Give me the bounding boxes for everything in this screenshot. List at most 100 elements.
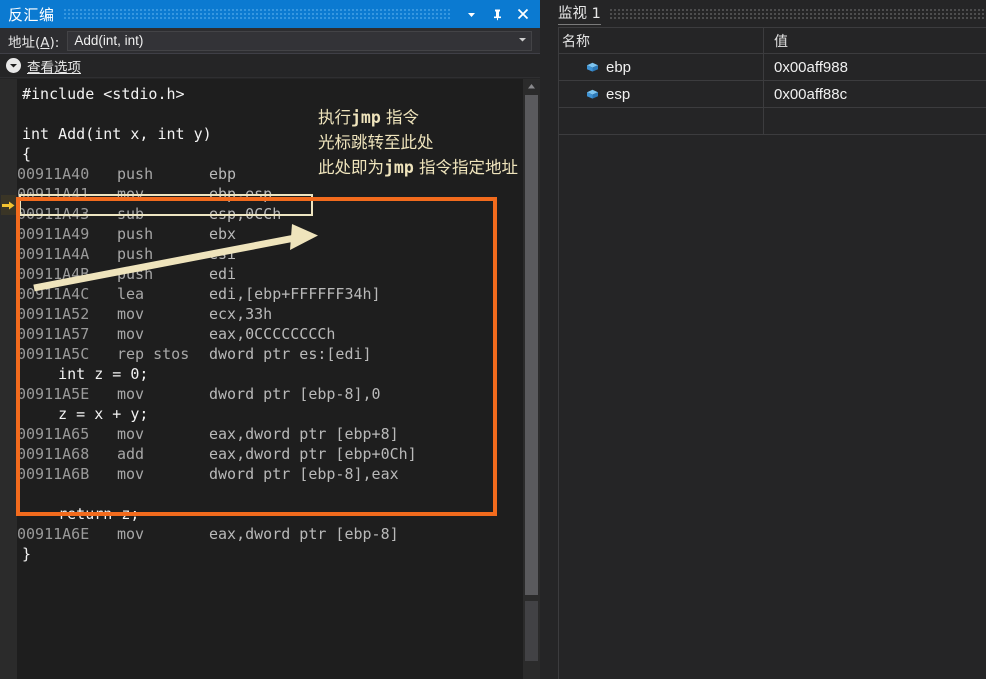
instruction-address: 00911A5E xyxy=(17,385,90,403)
editor-vertical-scrollbar[interactable] xyxy=(523,79,540,679)
disassembly-code-area[interactable]: #include <stdio.h> int Add(int x, int y) {… xyxy=(0,79,540,679)
watch-name-cell[interactable]: esp xyxy=(552,81,764,107)
instruction-operands: dword ptr [ebp-8],eax xyxy=(209,465,399,483)
watch-row[interactable]: esp 0x00aff88c xyxy=(552,81,986,108)
address-input[interactable]: Add(int, int) xyxy=(74,33,514,48)
instruction-mnemonic: push xyxy=(117,165,154,183)
view-options-bar[interactable]: 查看选项 xyxy=(0,54,540,78)
instruction-address: 00911A40 xyxy=(17,165,90,183)
instruction-address: 00911A4A xyxy=(17,245,90,263)
source-line-text xyxy=(17,105,22,123)
disassembly-line[interactable]: 00911A4B push edi xyxy=(17,264,523,284)
disassembly-line[interactable]: 00911A6E mov eax,dword ptr [ebp-8] xyxy=(17,524,523,544)
instruction-operands: dword ptr es:[edi] xyxy=(209,345,372,363)
disassembly-line[interactable]: 00911A40 push ebp xyxy=(17,164,523,184)
watch-value-cell[interactable]: 0x00aff988 xyxy=(764,54,986,80)
chevron-down-icon[interactable] xyxy=(514,36,527,45)
source-line[interactable]: z = x + y; xyxy=(17,404,523,424)
instruction-operands: edi xyxy=(209,265,237,283)
pin-icon[interactable] xyxy=(484,2,510,26)
chevron-down-circle-icon[interactable] xyxy=(6,58,21,73)
source-line[interactable]: return z; xyxy=(17,504,523,524)
watch-rows: ebp 0x00aff988 esp 0x00aff88c xyxy=(552,54,986,135)
disassembly-line[interactable]: 00911A41 mov ebp,esp xyxy=(17,184,523,204)
source-line[interactable]: { xyxy=(17,144,523,164)
watch-grid[interactable]: 名称 值 ebp 0x00aff988 esp 0x00aff88c xyxy=(552,27,986,135)
disassembly-titlebar[interactable]: 反汇编 xyxy=(0,0,540,28)
watch-value-cell[interactable] xyxy=(764,108,986,134)
variable-cube-icon xyxy=(586,89,599,100)
column-header-value[interactable]: 值 xyxy=(764,28,986,53)
instruction-mnemonic: push xyxy=(117,245,154,263)
source-line[interactable]: int Add(int x, int y) xyxy=(17,124,523,144)
watch-grip-dots xyxy=(608,7,986,20)
watch-column-headers: 名称 值 xyxy=(552,27,986,54)
instruction-address: 00911A43 xyxy=(17,205,90,223)
code-lines[interactable]: #include <stdio.h> int Add(int x, int y) {… xyxy=(17,79,523,679)
variable-cube-icon xyxy=(586,62,599,73)
instruction-mnemonic: mov xyxy=(117,425,145,443)
disassembly-line[interactable]: 00911A4A push esi xyxy=(17,244,523,264)
editor-gutter[interactable] xyxy=(0,79,17,679)
instruction-operands: ebp xyxy=(209,165,237,183)
disassembly-line[interactable]: 00911A65 mov eax,dword ptr [ebp+8] xyxy=(17,424,523,444)
watch-title: 监视 1 xyxy=(558,2,601,25)
instruction-mnemonic: rep stos xyxy=(117,345,190,363)
source-line[interactable]: } xyxy=(17,544,523,564)
disassembly-line[interactable]: 00911A57 mov eax,0CCCCCCCCh xyxy=(17,324,523,344)
source-line[interactable]: int z = 0; xyxy=(17,364,523,384)
watch-value-cell[interactable]: 0x00aff88c xyxy=(764,81,986,107)
source-line-text: #include <stdio.h> xyxy=(22,85,185,103)
instruction-address: 00911A5C xyxy=(17,345,90,363)
disassembly-line[interactable]: 00911A4C lea edi,[ebp+FFFFFF34h] xyxy=(17,284,523,304)
disassembly-line[interactable]: 00911A52 mov ecx,33h xyxy=(17,304,523,324)
source-line-text xyxy=(17,485,22,503)
instruction-mnemonic: mov xyxy=(117,185,145,203)
watch-name-cell[interactable] xyxy=(552,108,764,134)
instruction-address: 00911A49 xyxy=(17,225,90,243)
watch-name-cell[interactable]: ebp xyxy=(552,54,764,80)
instruction-mnemonic: mov xyxy=(117,305,145,323)
view-options-label[interactable]: 查看选项 xyxy=(27,56,81,76)
scroll-up-arrow-icon[interactable] xyxy=(523,79,540,94)
watch-row-selector-column xyxy=(552,27,559,679)
chevron-down-icon[interactable] xyxy=(458,2,484,26)
source-line-text: z = x + y; xyxy=(22,405,149,423)
disassembly-line[interactable]: 00911A6B mov dword ptr [ebp-8],eax xyxy=(17,464,523,484)
instruction-mnemonic: mov xyxy=(117,325,145,343)
source-line[interactable]: #include <stdio.h> xyxy=(17,84,523,104)
disassembly-line[interactable]: 00911A49 push ebx xyxy=(17,224,523,244)
titlebar-grip-dots xyxy=(62,8,450,20)
disassembly-line[interactable]: 00911A5C rep stos dword ptr es:[edi] xyxy=(17,344,523,364)
instruction-mnemonic: mov xyxy=(117,385,145,403)
instruction-mnemonic: sub xyxy=(117,205,145,223)
instruction-operands: ebx xyxy=(209,225,237,243)
pane-divider[interactable] xyxy=(540,0,552,679)
source-line[interactable] xyxy=(17,484,523,504)
disassembly-line[interactable]: 00911A5E mov dword ptr [ebp-8],0 xyxy=(17,384,523,404)
app-root: 反汇编 地址(A): Add(int, int) 查看选项 #include <… xyxy=(0,0,986,679)
disassembly-pane: 反汇编 地址(A): Add(int, int) 查看选项 #include <… xyxy=(0,0,540,679)
disassembly-line[interactable]: 00911A43 sub esp,0CCh xyxy=(17,204,523,224)
column-header-name[interactable]: 名称 xyxy=(552,28,764,53)
watch-row[interactable] xyxy=(552,108,986,135)
scrollbar-thumb[interactable] xyxy=(525,95,538,595)
source-line[interactable] xyxy=(17,104,523,124)
disassembly-line[interactable]: 00911A68 add eax,dword ptr [ebp+0Ch] xyxy=(17,444,523,464)
instruction-mnemonic: push xyxy=(117,265,154,283)
instruction-address: 00911A6E xyxy=(17,525,90,543)
instruction-address: 00911A4B xyxy=(17,265,90,283)
watch-row[interactable]: ebp 0x00aff988 xyxy=(552,54,986,81)
instruction-address: 00911A4C xyxy=(17,285,90,303)
instruction-operands: eax,dword ptr [ebp+8] xyxy=(209,425,399,443)
instruction-mnemonic: mov xyxy=(117,525,145,543)
watch-titlebar[interactable]: 监视 1 xyxy=(552,0,986,27)
source-line-text: return z; xyxy=(22,505,140,523)
address-combobox[interactable]: Add(int, int) xyxy=(67,30,532,51)
close-icon[interactable] xyxy=(510,2,536,26)
scrollbar-track-lower[interactable] xyxy=(525,601,538,661)
address-label: 地址(A): xyxy=(8,34,60,51)
address-bar: 地址(A): Add(int, int) xyxy=(0,28,540,54)
watch-pane: 监视 1 名称 值 ebp 0x00aff988 esp 0x00aff88c xyxy=(552,0,986,679)
instruction-mnemonic: add xyxy=(117,445,145,463)
